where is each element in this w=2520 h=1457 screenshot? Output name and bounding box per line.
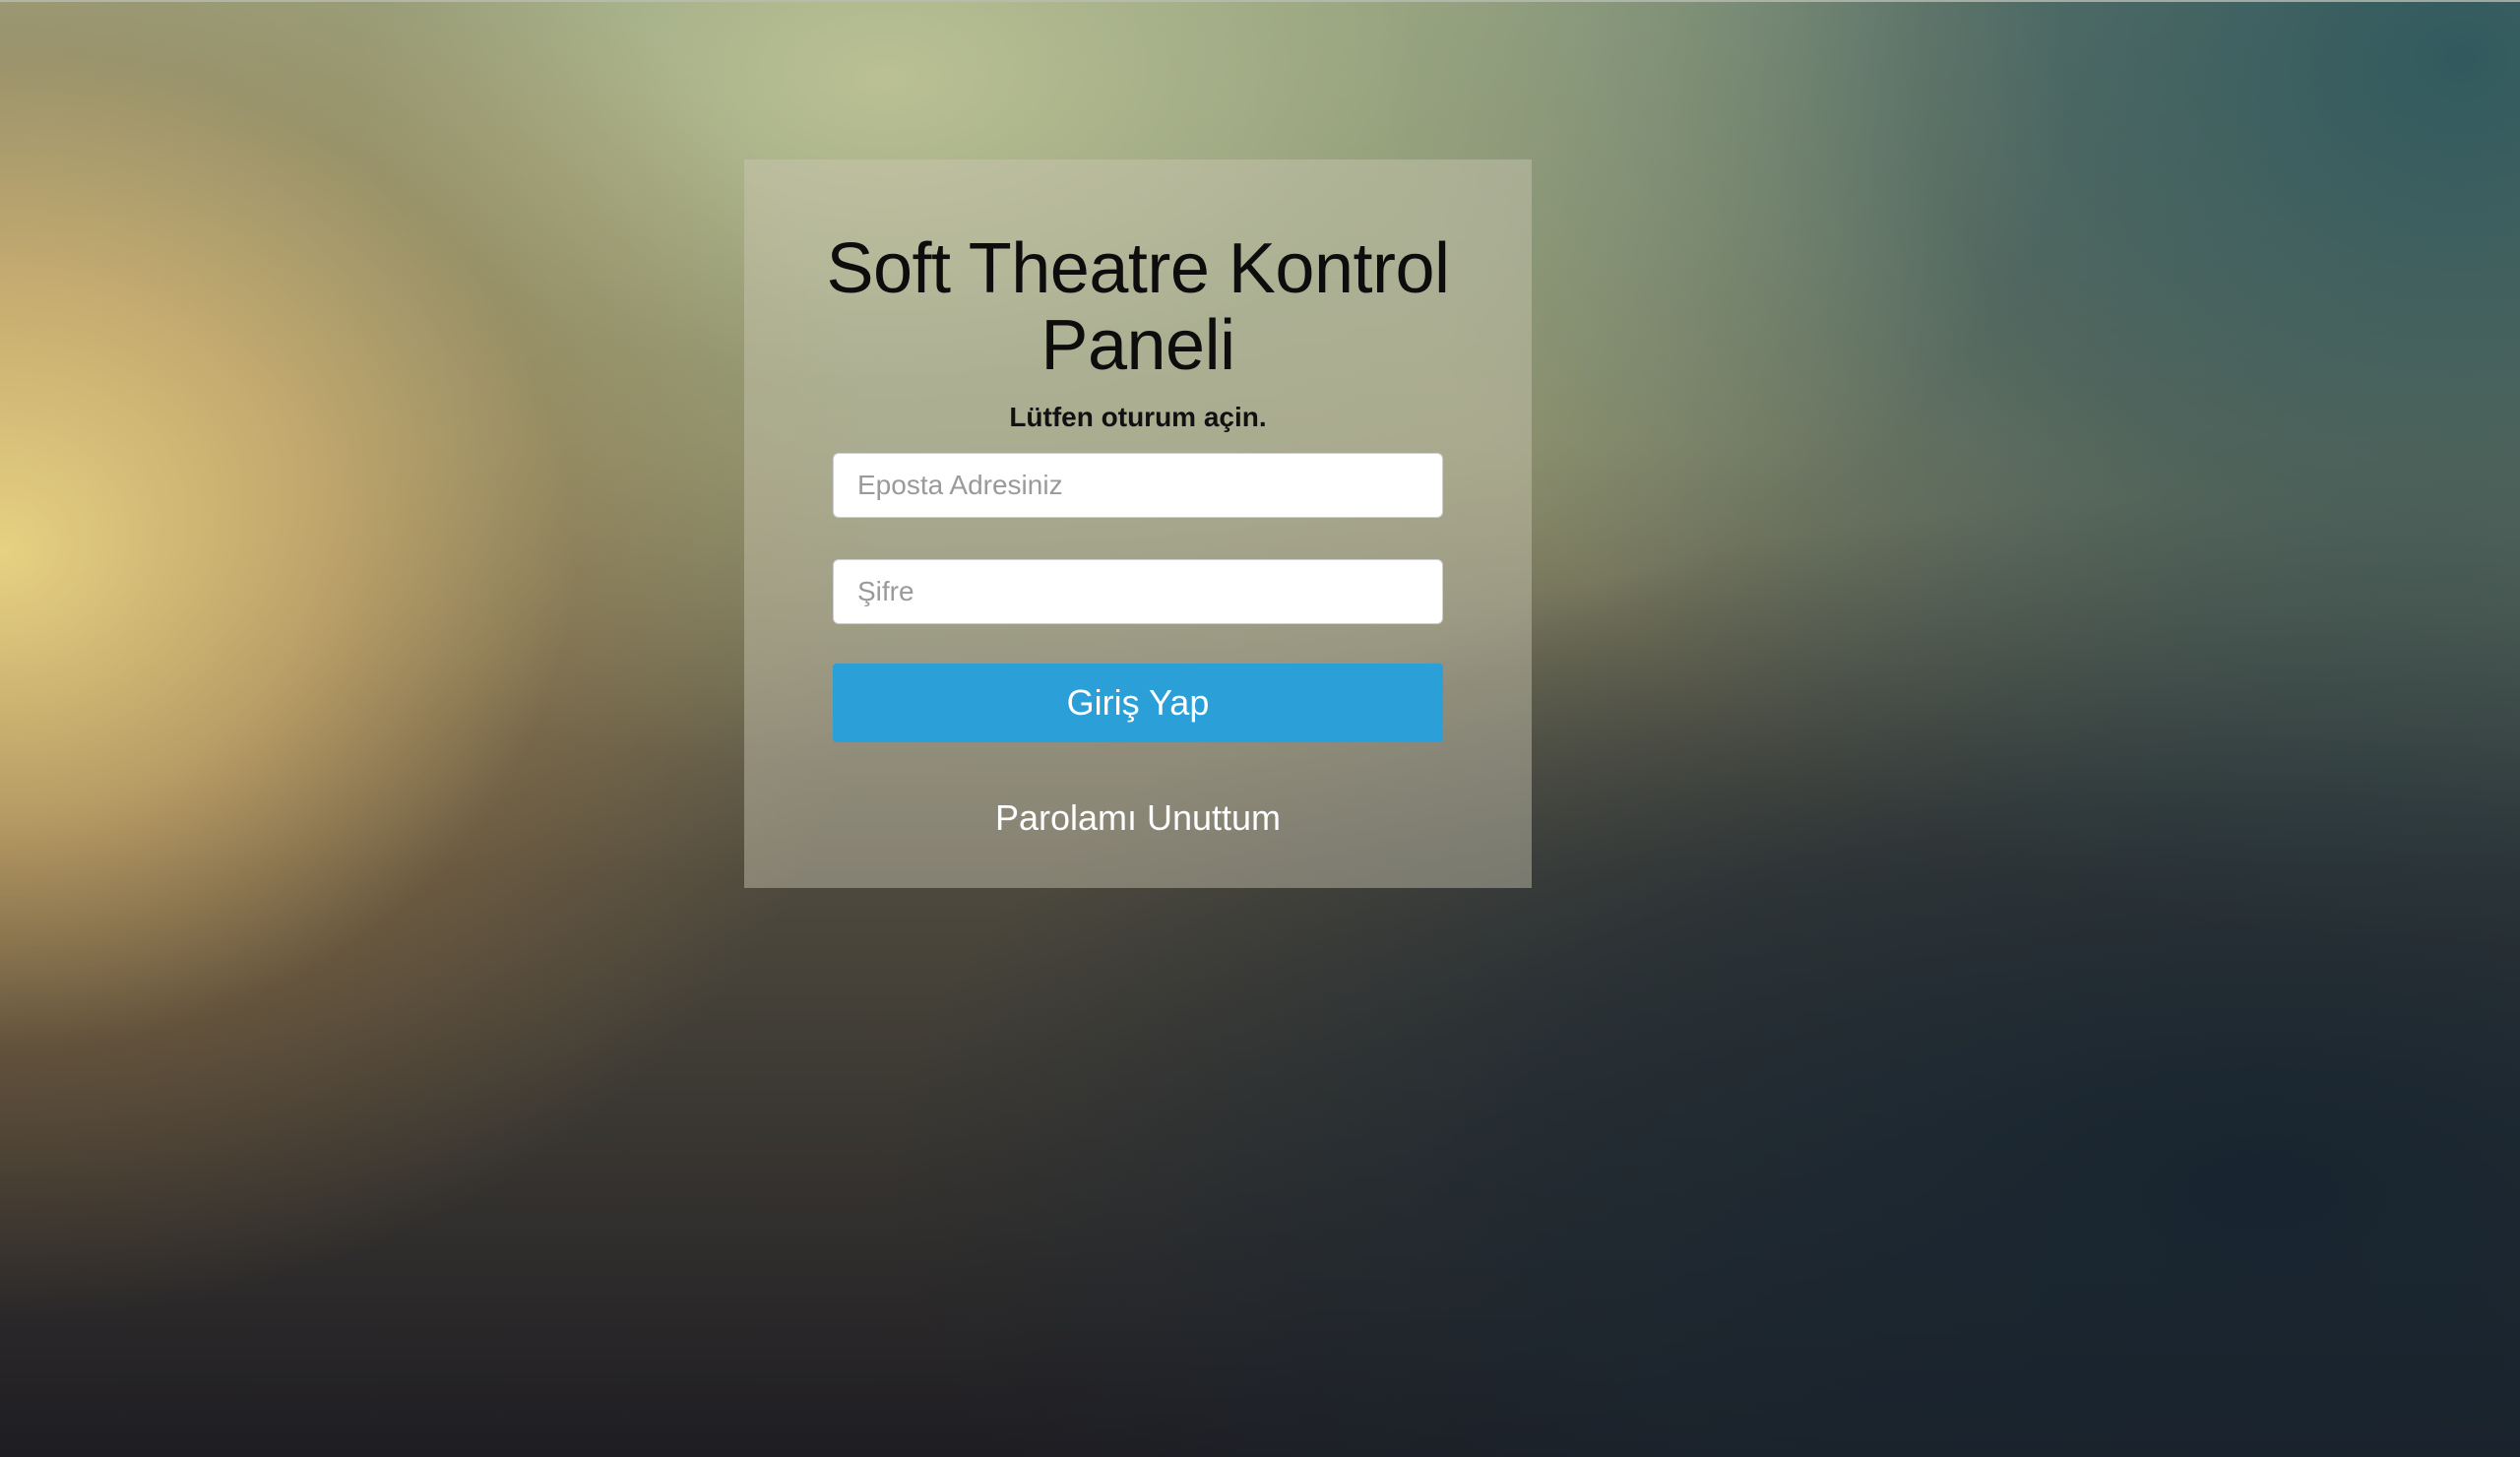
top-divider [0,0,2520,2]
login-subtitle: Lütfen oturum açin. [1009,402,1267,432]
email-field[interactable] [833,453,1443,518]
forgot-password-link[interactable]: Parolamı Unuttum [744,797,1532,839]
login-card: Soft Theatre Kontrol Paneli Lütfen oturu… [744,159,1532,888]
page-title: Soft Theatre Kontrol Paneli [826,229,1450,385]
password-field[interactable] [833,559,1443,624]
login-button[interactable]: Giriş Yap [833,664,1443,742]
